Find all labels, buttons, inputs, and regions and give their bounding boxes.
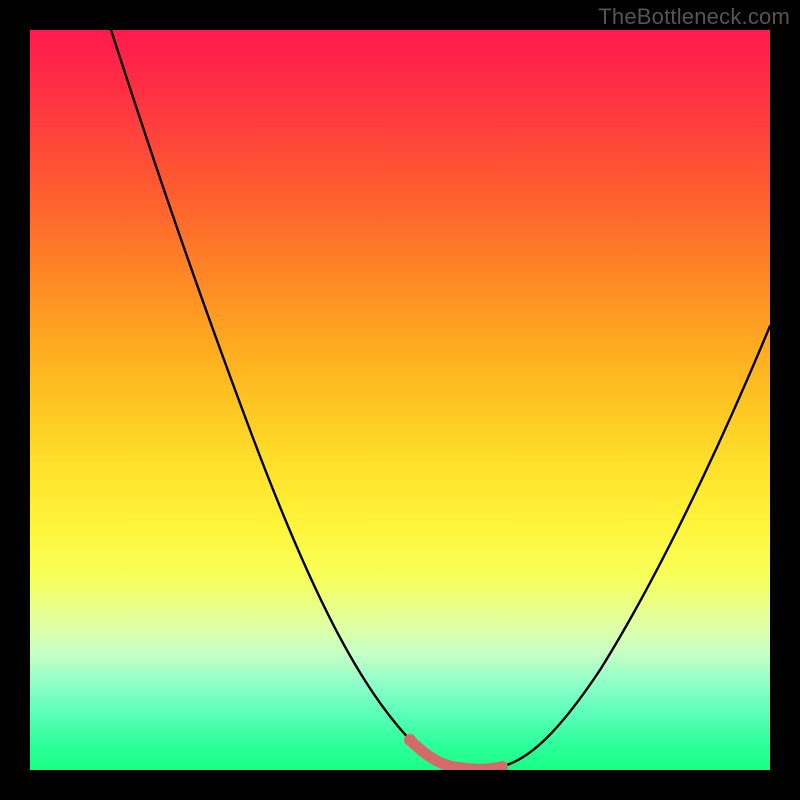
pinned-start-dot (404, 734, 416, 746)
chart-svg (30, 30, 770, 770)
watermark-text: TheBottleneck.com (598, 4, 790, 30)
pinned-range-overlay (410, 740, 502, 769)
chart-frame: TheBottleneck.com (0, 0, 800, 800)
bottleneck-curve (111, 30, 770, 769)
plot-area (30, 30, 770, 770)
